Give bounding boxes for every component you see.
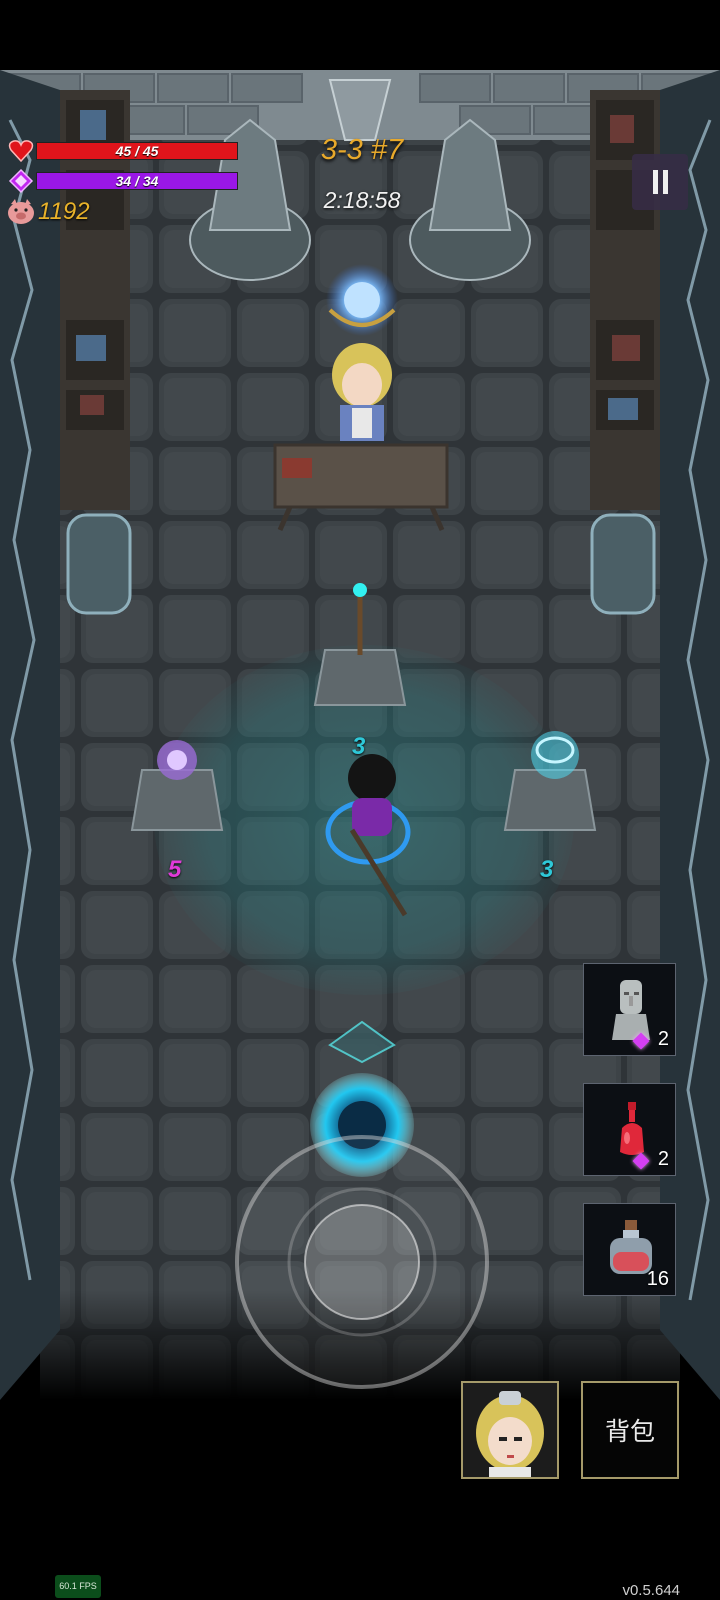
pause-button[interactable] <box>632 154 688 210</box>
version-label: v0.5.644 <box>622 1582 680 1599</box>
pause-icon <box>653 170 658 194</box>
item-count: 2 <box>657 1148 669 1170</box>
moai-statue-icon <box>612 980 650 1040</box>
companion-avatar <box>463 1383 557 1477</box>
item-count: 2 <box>657 1028 669 1050</box>
coin-count: 1192 <box>38 198 90 225</box>
mana-gem-icon <box>8 168 34 194</box>
inventory-bag-button[interactable]: 背包 <box>581 1381 679 1479</box>
fps-counter: 60.1 FPS <box>55 1575 101 1598</box>
item-slot-health-flask[interactable]: 16 <box>583 1203 676 1296</box>
hp-bar: 45 / 45 <box>36 142 238 160</box>
item-slot-red-potion[interactable]: 2 <box>583 1083 676 1176</box>
run-timer: 2:18:58 <box>323 187 401 213</box>
companion-portrait-button[interactable] <box>461 1381 559 1479</box>
item-count: 16 <box>646 1268 669 1290</box>
pedestal-right-price: 3 <box>540 856 554 883</box>
red-potion-icon <box>620 1102 644 1155</box>
mp-text: 34 / 34 <box>115 173 159 189</box>
heart-icon <box>8 138 34 164</box>
mp-bar: 34 / 34 <box>36 172 238 190</box>
hp-text: 45 / 45 <box>115 143 159 159</box>
pedestal-center-price: 3 <box>352 733 366 760</box>
stage-label: 3-3 #7 <box>320 134 404 166</box>
pedestal-left-price: 5 <box>168 856 182 883</box>
pig-coin-icon <box>6 198 36 231</box>
game-scene <box>0 70 720 1400</box>
item-slot-moai[interactable]: 2 <box>583 963 676 1056</box>
